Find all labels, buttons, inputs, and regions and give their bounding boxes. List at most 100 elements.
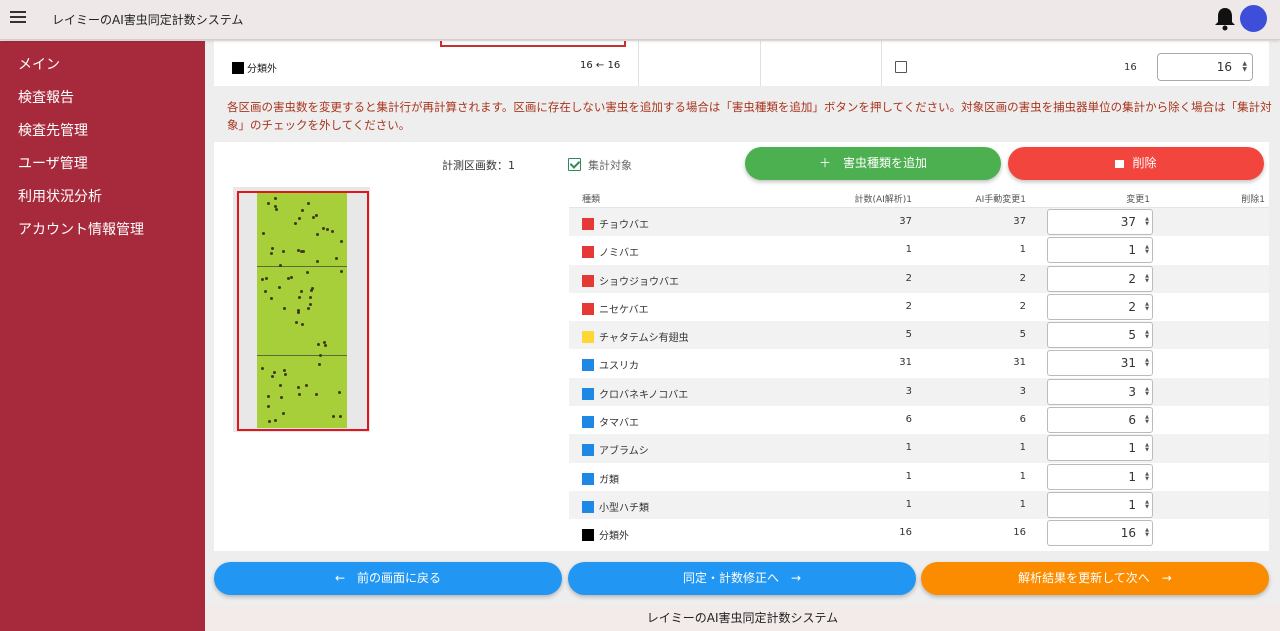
row-number-input[interactable]: 16 ▲ ▼	[1157, 53, 1253, 81]
sidebar-item-inspection-report[interactable]: 検査報告	[0, 82, 205, 115]
identification-fix-button[interactable]: 同定・計数修正へ →	[568, 562, 916, 595]
color-swatch	[232, 62, 244, 74]
spinner-icon[interactable]: ▲ ▼	[1145, 415, 1149, 425]
change-count-input[interactable]: 16 ▲ ▼	[1047, 520, 1153, 547]
change-count-input[interactable]: 37 ▲ ▼	[1047, 209, 1153, 235]
table-row: ショウジョウバエ 2 2 2 ▲ ▼	[569, 264, 1269, 293]
header-manual-change: AI手動変更1	[975, 195, 1026, 205]
change-count-input[interactable]: 3 ▲ ▼	[1047, 378, 1153, 405]
manual-count: 31	[1013, 357, 1026, 369]
color-swatch	[582, 472, 594, 485]
spinner-icon[interactable]: ▲ ▼	[1145, 273, 1149, 284]
spinner-icon[interactable]: ▲ ▼	[1145, 358, 1149, 368]
pest-name: タマバエ	[599, 418, 639, 430]
pest-name-cell: ノミバエ	[582, 244, 639, 259]
pest-name-cell: アブラムシ	[582, 442, 649, 457]
aggregate-checkbox[interactable]	[568, 158, 581, 171]
table-row: 小型ハチ類 1 1 1 ▲ ▼	[569, 490, 1269, 520]
sidebar-item-usage-analysis[interactable]: 利用状況分析	[0, 181, 205, 214]
pest-name: ノミバエ	[599, 248, 639, 260]
color-swatch	[582, 331, 594, 344]
color-swatch	[582, 529, 594, 542]
pest-name: クロバネキノコバエ	[599, 389, 689, 401]
table-row: ユスリカ 31 31 31 ▲ ▼	[569, 349, 1269, 377]
spinner-icon[interactable]: ▲ ▼	[1145, 245, 1149, 255]
change-count-input[interactable]: 2 ▲ ▼	[1047, 265, 1153, 292]
sidebar-item-inspection-site[interactable]: 検査先管理	[0, 115, 205, 148]
change-count-input[interactable]: 1 ▲ ▼	[1047, 435, 1153, 462]
manual-count: 3	[1019, 385, 1026, 397]
table-row: クロバネキノコバエ 3 3 3 ▲ ▼	[569, 377, 1269, 407]
add-pest-type-button[interactable]: ＋ 害虫種類を追加	[745, 147, 1001, 180]
manual-count: 1	[1019, 498, 1026, 510]
pest-name-cell: タマバエ	[582, 414, 639, 429]
header-delete: 削除1	[1241, 195, 1265, 205]
ai-count: 37	[899, 216, 912, 227]
pest-name: 小型ハチ類	[599, 502, 649, 514]
manual-count: 2	[1019, 300, 1026, 312]
pest-name-cell: 小型ハチ類	[582, 499, 649, 514]
sidebar-item-user-management[interactable]: ユーザ管理	[0, 148, 205, 181]
change-count-input[interactable]: 2 ▲ ▼	[1047, 293, 1153, 320]
spinner-icon[interactable]: ▲ ▼	[1145, 443, 1149, 453]
sidebar-item-account[interactable]: アカウント情報管理	[0, 214, 205, 247]
color-swatch	[582, 444, 594, 457]
top-app-bar: レイミーのAI害虫同定計数システム	[0, 0, 1280, 40]
pest-name: 分類外	[599, 531, 629, 543]
color-swatch	[582, 218, 594, 230]
manual-count: 2	[1019, 272, 1026, 284]
pest-name-cell: ユスリカ	[582, 357, 639, 372]
hamburger-menu-icon[interactable]	[10, 11, 26, 25]
ai-count: 1	[905, 442, 912, 454]
change-count-input[interactable]: 1 ▲ ▼	[1047, 463, 1153, 490]
pest-name-cell: ガ類	[582, 471, 619, 486]
divider	[638, 41, 639, 86]
change-count-input[interactable]: 6 ▲ ▼	[1047, 407, 1153, 434]
manual-count: 5	[1019, 329, 1026, 341]
app-title: レイミーのAI害虫同定計数システム	[52, 13, 244, 27]
delete-button[interactable]: 削除	[1008, 147, 1264, 180]
pest-name-cell: チャタテムシ有翅虫	[582, 329, 689, 344]
spinner-icon[interactable]: ▲ ▼	[1242, 61, 1247, 73]
change-count-input[interactable]: 5 ▲ ▼	[1047, 322, 1153, 349]
ai-count: 31	[899, 357, 912, 369]
pest-name: チョウバエ	[599, 220, 649, 231]
spinner-icon[interactable]: ▲ ▼	[1145, 386, 1149, 397]
manual-count: 16	[1013, 527, 1026, 539]
spinner-icon[interactable]: ▲ ▼	[1145, 471, 1149, 482]
update-and-next-button[interactable]: 解析結果を更新して次へ →	[921, 562, 1269, 595]
color-swatch	[582, 500, 594, 513]
table-row: ニセケバエ 2 2 2 ▲ ▼	[569, 293, 1269, 321]
color-swatch	[582, 246, 594, 259]
change-count-input[interactable]: 31 ▲ ▼	[1047, 350, 1153, 377]
row-label: 分類外	[247, 64, 277, 75]
notice-text: 各区画の害虫数を変更すると集計行が再計算されます。区画に存在しない害虫を追加する…	[227, 100, 1272, 132]
notification-bell-icon[interactable]	[1213, 6, 1237, 32]
user-avatar[interactable]	[1240, 5, 1267, 32]
area-card: 計測区画数：1 集計対象 ＋ 害虫種類を追加 削除 種類 計数(AI解析)1 A…	[214, 142, 1269, 551]
back-button[interactable]: ← 前の画面に戻る	[214, 562, 562, 595]
manual-count: 6	[1019, 414, 1026, 426]
table-row: 分類外 16 16 16 ▲ ▼	[569, 519, 1269, 547]
table-header: 種類 計数(AI解析)1 AI手動変更1 変更1 削除1	[569, 188, 1269, 208]
pest-name-cell: ショウジョウバエ	[582, 273, 679, 288]
change-count-input[interactable]: 1 ▲ ▼	[1047, 237, 1153, 264]
ai-count: 1	[905, 244, 912, 256]
highlight-outline	[440, 41, 626, 47]
row-checkbox[interactable]	[895, 61, 907, 73]
footer: レイミーのAI害虫同定計数システム	[205, 605, 1280, 631]
divider	[760, 41, 761, 86]
header-type: 種類	[582, 195, 601, 205]
spinner-icon[interactable]: ▲ ▼	[1145, 217, 1149, 227]
sidebar-item-main[interactable]: メイン	[0, 49, 205, 82]
color-swatch	[582, 274, 594, 287]
header-change: 変更1	[1126, 195, 1150, 205]
spinner-icon[interactable]: ▲ ▼	[1145, 499, 1149, 510]
spinner-icon[interactable]: ▲ ▼	[1145, 528, 1149, 538]
spinner-icon[interactable]: ▲ ▼	[1145, 301, 1149, 312]
spinner-icon[interactable]: ▲ ▼	[1145, 330, 1149, 340]
trap-image[interactable]	[233, 187, 370, 432]
aggregate-label: 集計対象	[588, 159, 632, 172]
change-count-input[interactable]: 1 ▲ ▼	[1047, 491, 1153, 518]
table-row: チャタテムシ有翅虫 5 5 5 ▲ ▼	[569, 321, 1269, 350]
